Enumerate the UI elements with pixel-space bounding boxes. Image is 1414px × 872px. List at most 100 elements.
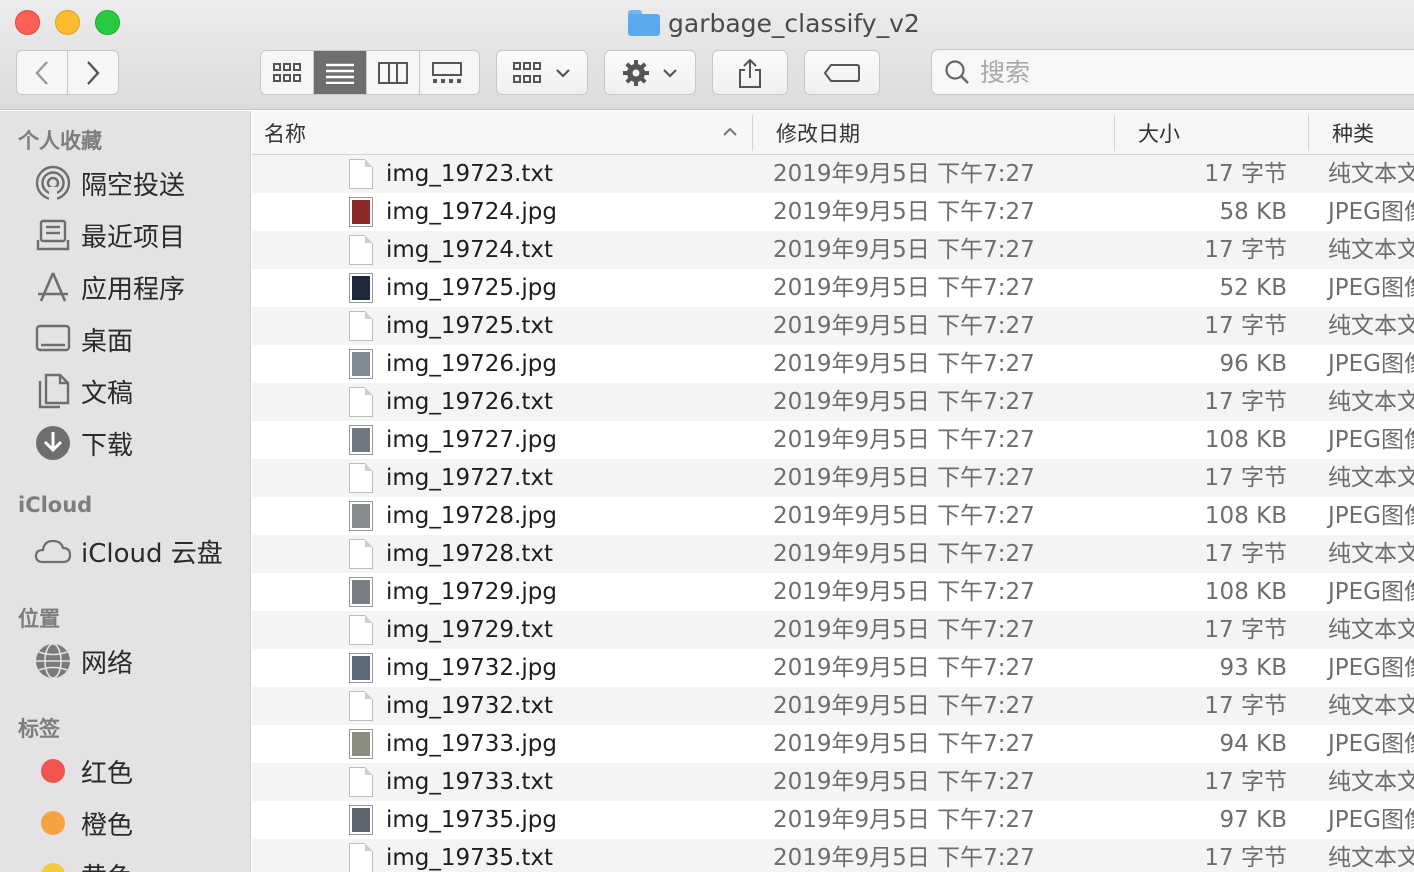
file-row[interactable]: img_19725.jpg 2019年9月5日 下午7:27 52 KB JPEG图像 (252, 269, 1414, 307)
column-header-date[interactable]: 修改日期 (776, 111, 860, 155)
file-name: img_19724.txt (386, 237, 554, 263)
file-size: 108 KB (1204, 579, 1287, 605)
file-kind: 纯文本文稿 (1328, 693, 1414, 719)
sidebar-item-airdrop[interactable]: 隔空投送 (0, 157, 250, 209)
column-header-size-label: 大小 (1138, 122, 1180, 146)
gallery-view-button[interactable] (420, 51, 473, 94)
column-divider[interactable] (1114, 115, 1115, 151)
file-size: 94 KB (1219, 731, 1287, 757)
sidebar-item-desktop[interactable]: 桌面 (0, 313, 250, 365)
file-row[interactable]: img_19729.txt 2019年9月5日 下午7:27 17 字节 纯文本文稿 (252, 611, 1414, 649)
file-row[interactable]: img_19724.txt 2019年9月5日 下午7:27 17 字节 纯文本文稿 (252, 231, 1414, 269)
group-icon (513, 61, 541, 83)
file-row[interactable]: img_19728.txt 2019年9月5日 下午7:27 17 字节 纯文本文稿 (252, 535, 1414, 573)
file-row[interactable]: img_19726.txt 2019年9月5日 下午7:27 17 字节 纯文本文稿 (252, 383, 1414, 421)
sidebar-item-documents[interactable]: 文稿 (0, 365, 250, 417)
file-row[interactable]: img_19727.jpg 2019年9月5日 下午7:27 108 KB JPEG图… (252, 421, 1414, 459)
file-name: img_19732.jpg (386, 655, 557, 681)
file-row[interactable]: img_19725.txt 2019年9月5日 下午7:27 17 字节 纯文本文稿 (252, 307, 1414, 345)
file-name: img_19733.jpg (386, 731, 557, 757)
file-row[interactable]: img_19728.jpg 2019年9月5日 下午7:27 108 KB JPEG图… (252, 497, 1414, 535)
file-row[interactable]: img_19732.jpg 2019年9月5日 下午7:27 93 KB JPEG图像 (252, 649, 1414, 687)
minimize-button[interactable] (55, 10, 80, 35)
column-divider[interactable] (752, 115, 753, 151)
file-date: 2019年9月5日 下午7:27 (773, 237, 1035, 263)
file-name: img_19729.jpg (386, 579, 557, 605)
sidebar-item-recents[interactable]: 最近项目 (0, 209, 250, 261)
file-row[interactable]: img_19733.txt 2019年9月5日 下午7:27 17 字节 纯文本文稿 (252, 763, 1414, 801)
text-file-icon (349, 767, 373, 797)
file-row[interactable]: img_19735.jpg 2019年9月5日 下午7:27 97 KB JPEG图像 (252, 801, 1414, 839)
file-size: 97 KB (1219, 807, 1287, 833)
file-name: img_19732.txt (386, 693, 554, 719)
group-by-button[interactable] (496, 50, 588, 95)
file-date: 2019年9月5日 下午7:27 (773, 389, 1035, 415)
columns-icon (378, 61, 408, 84)
sidebar-item-downloads[interactable]: 下载 (0, 417, 250, 469)
column-header-size[interactable]: 大小 (1138, 111, 1180, 155)
file-size: 17 字节 (1204, 769, 1287, 795)
action-menu-button[interactable] (604, 50, 696, 95)
image-thumbnail-icon (349, 425, 373, 455)
forward-button[interactable] (68, 51, 119, 94)
file-row[interactable]: img_19723.txt 2019年9月5日 下午7:27 17 字节 纯文本文稿 (252, 155, 1414, 193)
file-date: 2019年9月5日 下午7:27 (773, 769, 1035, 795)
folder-icon (628, 10, 660, 36)
file-row[interactable]: img_19727.txt 2019年9月5日 下午7:27 17 字节 纯文本文稿 (252, 459, 1414, 497)
airdrop-icon (34, 164, 72, 202)
sidebar-item-label: 下载 (81, 430, 134, 461)
sidebar-item-tag-yellow[interactable]: 黄色 (0, 849, 250, 872)
sidebar: 个人收藏 隔空投送 最近项目 应用程序 桌面 文稿 下载 iCloud iClo… (0, 111, 251, 872)
back-button[interactable] (17, 51, 68, 94)
share-button[interactable] (712, 50, 788, 95)
file-size: 17 字节 (1204, 237, 1287, 263)
file-date: 2019年9月5日 下午7:27 (773, 275, 1035, 301)
file-kind: 纯文本文稿 (1328, 389, 1414, 415)
sidebar-item-label: 橙色 (81, 810, 134, 841)
grid-icon (273, 62, 301, 82)
sidebar-item-applications[interactable]: 应用程序 (0, 261, 250, 313)
file-name: img_19729.txt (386, 617, 554, 643)
file-date: 2019年9月5日 下午7:27 (773, 351, 1035, 377)
file-row[interactable]: img_19729.jpg 2019年9月5日 下午7:27 108 KB JPEG图… (252, 573, 1414, 611)
column-header-kind-label: 种类 (1332, 122, 1374, 146)
column-header-name[interactable]: 名称 (264, 111, 306, 155)
file-date: 2019年9月5日 下午7:27 (773, 313, 1035, 339)
tags-button[interactable] (804, 50, 880, 95)
view-mode-control (260, 50, 480, 95)
sidebar-item-icloud-drive[interactable]: iCloud 云盘 (0, 525, 250, 577)
sidebar-section-icloud: iCloud (18, 493, 93, 517)
sidebar-item-label: 红色 (81, 758, 134, 789)
file-row[interactable]: img_19733.jpg 2019年9月5日 下午7:27 94 KB JPEG图像 (252, 725, 1414, 763)
file-row[interactable]: img_19726.jpg 2019年9月5日 下午7:27 96 KB JPEG图像 (252, 345, 1414, 383)
column-view-button[interactable] (367, 51, 420, 94)
file-size: 108 KB (1204, 427, 1287, 453)
file-row[interactable]: img_19724.jpg 2019年9月5日 下午7:27 58 KB JPEG图像 (252, 193, 1414, 231)
column-divider[interactable] (1308, 115, 1309, 151)
file-name: img_19728.jpg (386, 503, 557, 529)
file-row[interactable]: img_19732.txt 2019年9月5日 下午7:27 17 字节 纯文本文稿 (252, 687, 1414, 725)
file-kind: 纯文本文稿 (1328, 237, 1414, 263)
file-size: 58 KB (1219, 199, 1287, 225)
search-field[interactable] (931, 49, 1414, 95)
column-header-kind[interactable]: 种类 (1332, 111, 1374, 155)
close-button[interactable] (15, 10, 40, 35)
file-kind: JPEG图像 (1328, 579, 1414, 605)
chevron-down-icon (663, 68, 677, 78)
icon-view-button[interactable] (261, 51, 314, 94)
file-name: img_19735.txt (386, 845, 554, 871)
file-date: 2019年9月5日 下午7:27 (773, 161, 1035, 187)
file-size: 17 字节 (1204, 161, 1287, 187)
list-view-button[interactable] (314, 51, 367, 94)
sidebar-item-tag-red[interactable]: 红色 (0, 745, 250, 797)
file-row[interactable]: img_19735.txt 2019年9月5日 下午7:27 17 字节 纯文本文稿 (252, 839, 1414, 872)
file-kind: JPEG图像 (1328, 655, 1414, 681)
zoom-button[interactable] (95, 10, 120, 35)
image-thumbnail-icon (349, 501, 373, 531)
search-icon (945, 60, 969, 84)
file-date: 2019年9月5日 下午7:27 (773, 693, 1035, 719)
sidebar-item-network[interactable]: 网络 (0, 635, 250, 687)
list-icon (326, 63, 354, 84)
sidebar-item-tag-orange[interactable]: 橙色 (0, 797, 250, 849)
search-input[interactable] (980, 57, 1360, 87)
